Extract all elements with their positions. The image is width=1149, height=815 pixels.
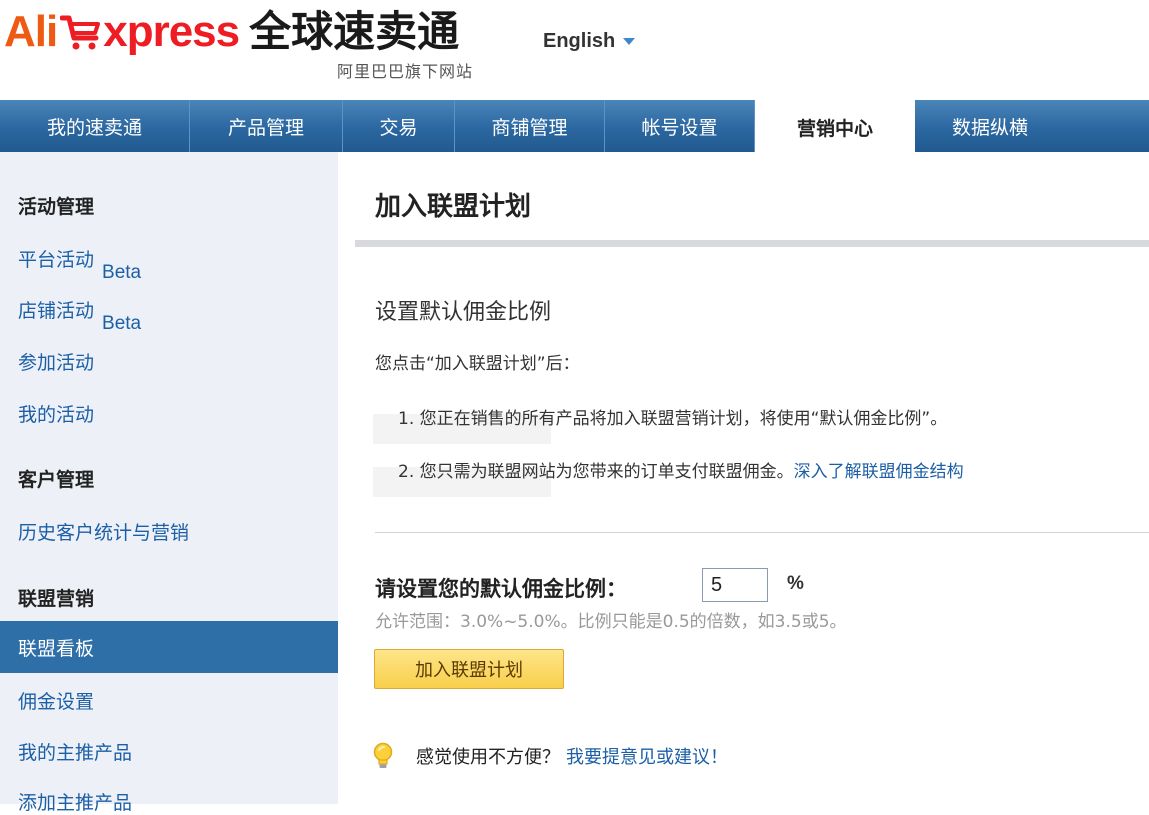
sidebar-item-label: 平台活动 [18,249,95,271]
nav-item-my-aliexpress[interactable]: 我的速卖通 [0,100,190,152]
feedback-link[interactable]: 我要提意见或建议！ [566,743,728,769]
sidebar-item-label: 店铺活动 [18,300,95,322]
list-item: 2. 您只需为联盟网站为您带来的订单支付联盟佣金。深入了解联盟佣金结构 [398,457,964,482]
list-item: 1. 您正在销售的所有产品将加入联盟营销计划，将使用“默认佣金比例”。 [398,409,948,429]
chevron-down-icon [623,38,636,45]
nav-item-account[interactable]: 帐号设置 [605,100,755,152]
allowed-range-hint: 允许范围：3.0%~5.0%。比例只能是0.5的倍数，如3.5或5。 [375,612,847,632]
feedback-text: 感觉使用不方便？ [416,747,560,768]
nav-item-trade[interactable]: 交易 [343,100,455,152]
sidebar-item-join-activity[interactable]: 参加活动 [18,348,94,375]
logo-ali-text: Ali [4,7,58,56]
sidebar-item-label: 联盟看板 [18,638,95,660]
sidebar-section-activity: 活动管理 [18,196,95,218]
intro-text: 您点击“加入联盟计划”后： [375,354,580,374]
section-title: 设置默认佣金比例 [375,300,552,325]
title-divider [355,240,1149,247]
language-selector[interactable]: English [543,30,636,53]
sidebar-item-commission-settings[interactable]: 佣金设置 [18,687,94,714]
sidebar-item-my-featured-products[interactable]: 我的主推产品 [18,738,132,765]
nav-item-marketing[interactable]: 营销中心 [755,100,915,154]
sidebar: 活动管理 平台活动 Beta 店铺活动 Beta 参加活动 我的活动 客户管理 历史… [0,152,338,814]
lightbulb-icon [373,742,393,768]
top-nav: 我的速卖通 产品管理 交易 商铺管理 帐号设置 营销中心 数据纵横 [0,100,1149,154]
aliexpress-logo[interactable]: Ali xpress 全球速卖通 [4,8,459,56]
commission-rate-label: 请设置您的默认佣金比例： [375,577,627,601]
sidebar-item-add-featured-product[interactable]: 添加主推产品 [18,788,132,815]
sidebar-item-my-activity[interactable]: 我的活动 [18,400,94,427]
page-title: 加入联盟计划 [375,192,532,222]
logo-chinese-text: 全球速卖通 [249,7,460,56]
list-item-text: 2. 您只需为联盟网站为您带来的订单支付联盟佣金。 [398,462,794,482]
sidebar-section-affiliate: 联盟营销 [18,588,95,610]
commission-rate-input[interactable] [702,568,768,602]
feedback-row: 感觉使用不方便？ 我要提意见或建议！ [372,742,728,770]
main-content: 加入联盟计划 设置默认佣金比例 您点击“加入联盟计划”后： 1. 您正在销售的所… [338,152,1149,804]
join-affiliate-button[interactable]: 加入联盟计划 [374,649,564,689]
sidebar-item-platform-activity[interactable]: 平台活动 Beta [18,245,141,283]
nav-item-products[interactable]: 产品管理 [190,100,343,152]
sidebar-item-customer-stats[interactable]: 历史客户统计与营销 [18,518,189,545]
language-label: English [543,30,616,52]
sidebar-section-customer: 客户管理 [18,469,95,491]
cart-icon [60,15,101,50]
percent-unit: % [787,573,804,594]
beta-badge: Beta [102,262,142,283]
sidebar-item-affiliate-dashboard[interactable]: 联盟看板 [0,621,338,673]
logo-xpress-text: xpress [103,7,240,56]
nav-item-store[interactable]: 商铺管理 [455,100,605,152]
header: Ali xpress 全球速卖通 阿里巴巴旗下网站 English [0,0,1149,100]
nav-item-data[interactable]: 数据纵横 [915,100,1065,152]
commission-structure-link[interactable]: 深入了解联盟佣金结构 [794,462,964,482]
logo-subtitle: 阿里巴巴旗下网站 [337,62,474,81]
beta-badge: Beta [102,313,142,334]
sidebar-item-store-activity[interactable]: 店铺活动 Beta [18,296,141,334]
section-divider [375,532,1149,533]
